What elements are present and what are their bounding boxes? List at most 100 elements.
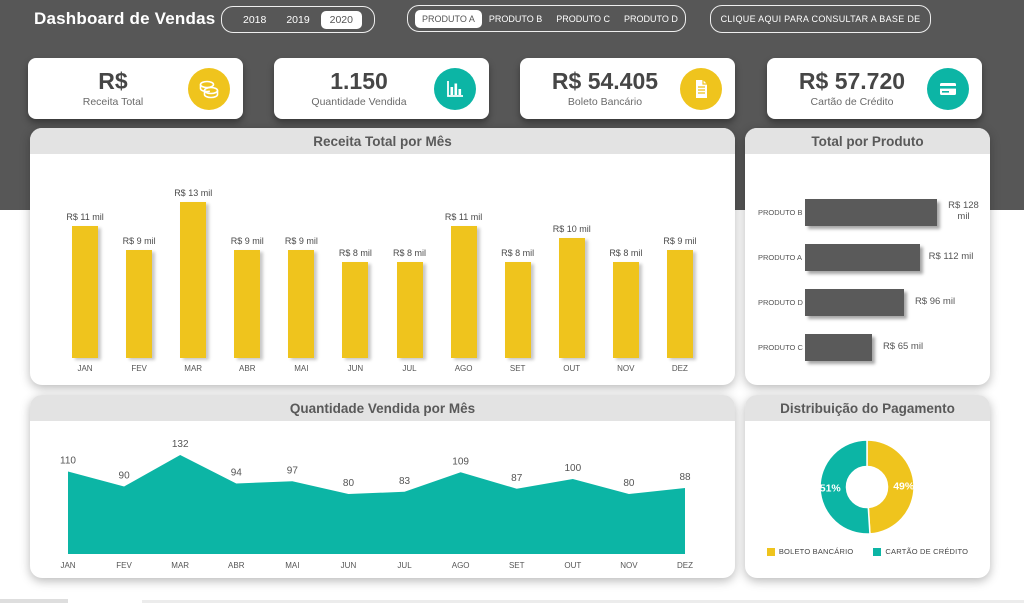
month-label: JUN	[328, 364, 382, 373]
bar-value-label: R$ 11 mil	[66, 212, 103, 222]
product-tab-b[interactable]: PRODUTO B	[482, 10, 549, 28]
bar	[805, 199, 937, 226]
month-label: OUT	[564, 561, 581, 570]
product-row: PRODUTO CR$ 65 mil	[758, 333, 984, 361]
month-label: AGO	[452, 561, 470, 570]
bar	[667, 250, 693, 358]
panel-title: Distribuição do Pagamento	[745, 395, 990, 421]
legend-item: CARTÃO DE CRÉDITO	[873, 547, 968, 556]
bar	[342, 262, 368, 358]
product-tab-d[interactable]: PRODUTO D	[617, 10, 685, 28]
bar-value-label: R$ 8 mil	[609, 248, 642, 258]
bar-value-label: R$ 9 mil	[231, 236, 264, 246]
year-tab-2020[interactable]: 2020	[321, 11, 362, 29]
bar	[805, 334, 872, 361]
bar-value-label: R$ 13 mil	[174, 188, 212, 198]
area-value-label: 94	[231, 468, 243, 479]
panel-title: Total por Produto	[745, 128, 990, 154]
month-label: ABR	[220, 364, 274, 373]
bar-column: R$ 10 mil	[545, 224, 599, 358]
document-icon	[680, 68, 722, 110]
sheet-tab[interactable]	[68, 599, 142, 608]
bar-value-label: R$ 112 mil	[926, 252, 976, 263]
credit-card-icon	[927, 68, 969, 110]
product-selector: PRODUTO A PRODUTO B PRODUTO C PRODUTO D	[407, 5, 686, 32]
year-selector: 2018 2019 2020	[221, 6, 375, 33]
bar-column: R$ 11 mil	[437, 212, 491, 358]
month-label: MAR	[171, 561, 189, 570]
area-value-label: 110	[60, 456, 76, 467]
bar-value-label: R$ 8 mil	[339, 248, 372, 258]
quantity-by-month-panel: Quantidade Vendida por Mês 110JAN90FEV13…	[30, 395, 735, 578]
coins-icon	[188, 68, 230, 110]
product-tab-c[interactable]: PRODUTO C	[549, 10, 617, 28]
bar	[505, 262, 531, 358]
payment-legend: BOLETO BANCÁRIO CARTÃO DE CRÉDITO	[745, 547, 990, 556]
panel-title: Quantidade Vendida por Mês	[30, 395, 735, 421]
area-value-label: 83	[399, 476, 411, 487]
bar	[805, 244, 920, 271]
product-row: PRODUTO BR$ 128 mil	[758, 198, 984, 226]
month-label: ABR	[228, 561, 245, 570]
year-tab-2019[interactable]: 2019	[277, 11, 318, 29]
product-label: PRODUTO D	[758, 298, 805, 307]
bar	[126, 250, 152, 358]
bar-column: R$ 9 mil	[274, 236, 328, 358]
product-bar-rows: PRODUTO BR$ 128 mil PRODUTO A R$ 112 mil PR…	[745, 154, 990, 361]
kpi-card-cartao-credito: R$ 57.720 Cartão de Crédito	[767, 58, 982, 119]
revenue-month-row: JANFEVMARABRMAIJUNJULAGOSETOUTNOVDEZ	[30, 364, 735, 373]
total-by-product-panel: Total por Produto PRODUTO BR$ 128 milPRO…	[745, 128, 990, 385]
kpi-label: Boleto Bancário	[530, 96, 680, 108]
area-value-label: 100	[564, 463, 581, 474]
bar-column: R$ 9 mil	[112, 236, 166, 358]
month-label: DEZ	[653, 364, 707, 373]
month-label: JAN	[58, 364, 112, 373]
bar-value-label: R$ 128 mil	[943, 201, 984, 223]
month-label: FEV	[112, 364, 166, 373]
month-label: JUL	[397, 561, 412, 570]
consult-database-button[interactable]: CLIQUE AQUI PARA CONSULTAR A BASE DE	[710, 5, 931, 33]
bar-column: R$ 8 mil	[382, 248, 436, 358]
legend-item: BOLETO BANCÁRIO	[767, 547, 854, 556]
payment-donut-chart: 49% 51%	[745, 423, 990, 545]
kpi-card-quantidade-vendida: 1.150 Quantidade Vendida	[274, 58, 489, 119]
bar-column: R$ 13 mil	[166, 188, 220, 358]
area-value-label: 87	[511, 473, 523, 484]
area-value-label: 90	[119, 471, 131, 482]
kpi-value: 1.150	[284, 69, 434, 94]
bar-value-label: R$ 10 mil	[553, 224, 591, 234]
month-label: OUT	[545, 364, 599, 373]
month-label: AGO	[437, 364, 491, 373]
donut-pct-label: 49%	[893, 480, 915, 492]
product-tab-a[interactable]: PRODUTO A	[415, 10, 482, 28]
payment-distribution-panel: Distribuição do Pagamento 49% 51% BOLETO …	[745, 395, 990, 578]
area-value-label: 80	[343, 478, 355, 489]
bar-column: R$ 8 mil	[599, 248, 653, 358]
bar-value-label: R$ 96 mil	[910, 297, 960, 308]
bar-value-label: R$ 9 mil	[285, 236, 318, 246]
month-label: NOV	[599, 364, 653, 373]
month-label: SET	[491, 364, 545, 373]
area-value-label: 80	[623, 478, 635, 489]
product-label: PRODUTO A	[758, 253, 805, 262]
bar-column: R$ 8 mil	[328, 248, 382, 358]
kpi-label: Cartão de Crédito	[777, 96, 927, 108]
bar	[451, 226, 477, 358]
kpi-card-boleto-bancario: R$ 54.405 Boleto Bancário	[520, 58, 735, 119]
area-value-label: 109	[452, 456, 469, 467]
donut-pct-label: 51%	[820, 483, 842, 495]
month-label: MAR	[166, 364, 220, 373]
area-value-label: 132	[172, 439, 189, 450]
bar-column: R$ 11 mil	[58, 212, 112, 358]
kpi-label: Quantidade Vendida	[284, 96, 434, 108]
month-label: MAI	[274, 364, 328, 373]
kpi-label: Receita Total	[38, 96, 188, 108]
kpi-card-receita-total: R$ Receita Total	[28, 58, 243, 119]
month-label: JUL	[382, 364, 436, 373]
legend-label: BOLETO BANCÁRIO	[779, 547, 854, 556]
bar	[397, 262, 423, 358]
year-tab-2018[interactable]: 2018	[234, 11, 275, 29]
bar	[180, 202, 206, 358]
revenue-bar-area: R$ 11 mil R$ 9 mil R$ 13 mil R$ 9 mil R$ 9 m…	[30, 157, 735, 358]
bar	[559, 238, 585, 358]
